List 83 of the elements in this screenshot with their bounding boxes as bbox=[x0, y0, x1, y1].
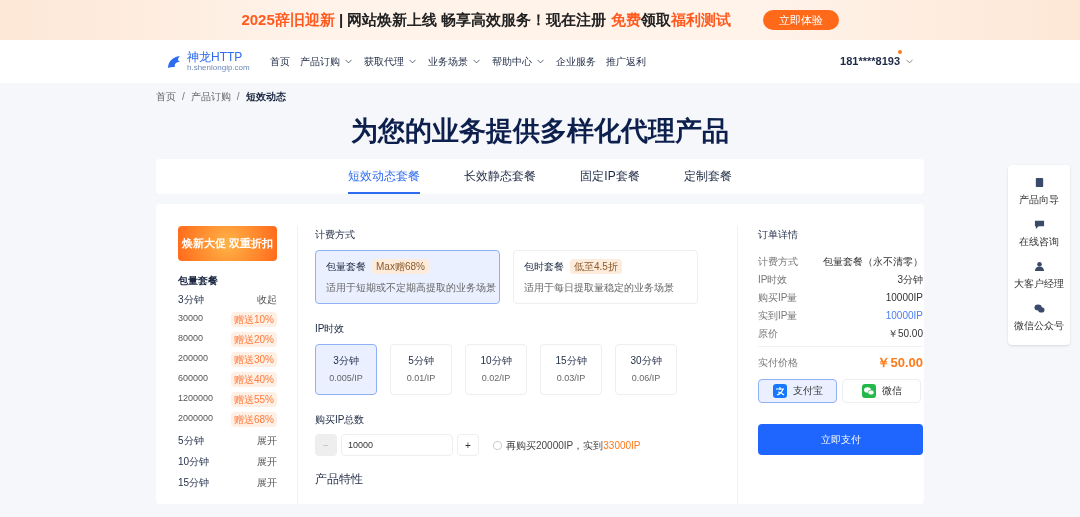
total-price: ￥50.00 bbox=[877, 354, 923, 372]
order-label: IP时效 bbox=[758, 272, 788, 287]
breadcrumb-separator: / bbox=[236, 92, 240, 102]
side-panel-link[interactable]: 在线咨询 bbox=[1019, 219, 1059, 249]
increment-button[interactable]: + bbox=[457, 434, 479, 456]
logo-domain: h.shenlongip.com bbox=[187, 64, 250, 72]
duration-label: 5分钟 bbox=[178, 433, 204, 448]
quantity-input[interactable]: 10000 bbox=[341, 434, 453, 456]
bonus-tag: 赠送55% bbox=[231, 391, 277, 407]
logo-name: 神龙HTTP bbox=[187, 51, 244, 63]
nav-link[interactable]: 获取代理 bbox=[363, 54, 418, 69]
section-label: IP时效 bbox=[315, 322, 346, 336]
breadcrumb-link[interactable]: 首页 bbox=[156, 92, 176, 102]
package-amount: 200000 bbox=[178, 352, 209, 366]
side-panel-link[interactable]: 产品向导 bbox=[1019, 177, 1059, 207]
order-value: 10000IP bbox=[885, 308, 923, 323]
toggle-link[interactable]: 展开 bbox=[257, 453, 277, 469]
book-icon bbox=[1033, 177, 1045, 188]
duration-label: 3分钟 bbox=[178, 292, 204, 307]
payment-option[interactable]: 支付宝 bbox=[758, 378, 837, 403]
toggle-link[interactable]: 展开 bbox=[257, 474, 277, 490]
section-label: 计费方式 bbox=[315, 228, 356, 242]
billing-option[interactable]: 包量套餐 Max赠68% 适用于短期或不定期高提取的业务场景 bbox=[315, 250, 500, 304]
nav-link[interactable]: 首页 bbox=[269, 54, 290, 69]
section-title: 产品特性 bbox=[315, 471, 364, 488]
promo-badge: 焕新大促 双重折扣 bbox=[178, 226, 277, 261]
person-icon bbox=[1033, 261, 1045, 272]
duration-label: 15分钟 bbox=[178, 475, 210, 490]
order-value: 包量套餐（永不清零） bbox=[823, 254, 923, 269]
order-label: 购买IP量 bbox=[758, 290, 798, 305]
checkbox[interactable] bbox=[493, 440, 502, 450]
order-value: 3分钟 bbox=[897, 272, 923, 287]
breadcrumb-separator: / bbox=[182, 92, 185, 102]
payment-option[interactable]: 微信 bbox=[842, 378, 921, 403]
order-value: 10000IP bbox=[885, 290, 923, 305]
package-tab[interactable]: 定制套餐 bbox=[683, 159, 732, 194]
bonus-tag: 赠送10% bbox=[231, 311, 277, 327]
order-label: 计费方式 bbox=[758, 254, 798, 269]
package-amount: 80000 bbox=[178, 332, 204, 346]
offer-text: 再购买20000IP，实到33000IP bbox=[506, 438, 641, 453]
order-value: ￥50.00 bbox=[887, 326, 923, 341]
section-title: 包量套餐 bbox=[178, 274, 219, 288]
package-tab[interactable]: 固定IP套餐 bbox=[580, 159, 640, 194]
duration-option[interactable]: 15分钟 0.03/IP bbox=[540, 344, 602, 395]
order-label: 实付价格 bbox=[758, 356, 798, 371]
package-amount: 2000000 bbox=[178, 412, 214, 426]
nav-link[interactable]: 业务场景 bbox=[427, 54, 482, 69]
breadcrumb-link[interactable]: 短效动态 bbox=[245, 92, 286, 102]
duration-label: 10分钟 bbox=[178, 454, 210, 469]
bonus-tag: 赠送20% bbox=[231, 331, 277, 347]
user-account[interactable]: 181****8193 bbox=[840, 53, 900, 70]
nav-link[interactable]: 企业服务 bbox=[555, 54, 596, 69]
payment-logo-icon bbox=[772, 383, 787, 398]
page-heading: 为您的业务提供多样化代理产品 bbox=[351, 115, 729, 148]
breadcrumb-link[interactable]: 产品订购 bbox=[190, 92, 231, 102]
chat-icon bbox=[1033, 219, 1045, 230]
side-panel-link[interactable]: 大客户经理 bbox=[1014, 261, 1064, 291]
package-tab[interactable]: 长效静态套餐 bbox=[464, 159, 537, 194]
section-label: 购买IP总数 bbox=[315, 413, 366, 427]
chat-bubbles-icon bbox=[861, 383, 876, 398]
nav-link[interactable]: 产品订购 bbox=[299, 54, 354, 69]
package-amount: 600000 bbox=[178, 372, 209, 386]
nav-link[interactable]: 推广返利 bbox=[605, 54, 646, 69]
bonus-tag: 赠送40% bbox=[231, 371, 277, 387]
order-label: 实到IP量 bbox=[758, 308, 798, 323]
section-label: 订单详情 bbox=[758, 228, 799, 242]
package-amount: 1200000 bbox=[178, 392, 214, 406]
bonus-tag: 赠送30% bbox=[231, 351, 277, 367]
duration-option[interactable]: 10分钟 0.02/IP bbox=[465, 344, 527, 395]
duration-option[interactable]: 5分钟 0.01/IP bbox=[390, 344, 452, 395]
nav-link[interactable]: 帮助中心 bbox=[491, 54, 546, 69]
package-tab[interactable]: 短效动态套餐 bbox=[348, 159, 421, 194]
banner-text: 2025辞旧迎新 | 网站焕新上线 畅享高效服务！现在注册 免费领取福利测试 bbox=[241, 9, 731, 30]
order-label: 原价 bbox=[758, 326, 778, 341]
bonus-tag: 赠送68% bbox=[231, 411, 277, 427]
package-amount: 30000 bbox=[178, 312, 204, 326]
duration-option[interactable]: 3分钟 0.005/IP bbox=[315, 344, 377, 395]
billing-option[interactable]: 包时套餐 低至4.5折 适用于每日提取量稳定的业务场景 bbox=[513, 250, 698, 304]
toggle-link[interactable]: 展开 bbox=[257, 432, 277, 448]
toggle-link[interactable]: 收起 bbox=[257, 291, 277, 307]
duration-option[interactable]: 30分钟 0.06/IP bbox=[615, 344, 677, 395]
side-panel-link[interactable]: 微信公众号 bbox=[1014, 303, 1064, 333]
pay-now-button[interactable]: 立即支付 bbox=[758, 423, 923, 455]
